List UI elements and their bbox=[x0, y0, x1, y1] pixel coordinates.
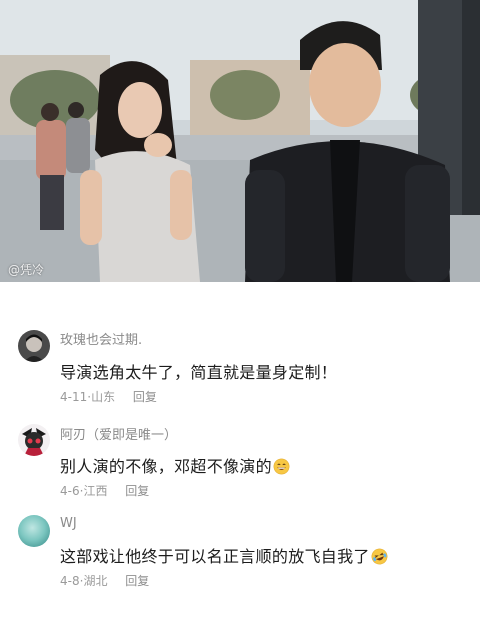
comment-text: 别人演的不像，邓超不像演的 bbox=[60, 457, 272, 476]
grinning-face-emoji bbox=[273, 458, 290, 475]
video-watermark: @凭冷 bbox=[8, 263, 45, 277]
comment-username[interactable]: 玫瑰也会过期. bbox=[60, 329, 142, 348]
comment-location: 江西 bbox=[83, 484, 108, 498]
rolling-laughing-emoji bbox=[371, 548, 388, 565]
video-frame[interactable]: @凭冷 bbox=[0, 0, 480, 282]
video-scene-image bbox=[0, 0, 480, 282]
reply-button[interactable]: 回复 bbox=[133, 390, 157, 404]
comment-username[interactable]: WJ bbox=[60, 516, 77, 531]
comment-list: 玫瑰也会过期. 导演选角太牛了，简直就是量身定制！ 4-11·山东 回复 阿刃（… bbox=[0, 282, 480, 640]
comment-text: 这部戏让他终于可以名正言顺的放飞自我了 bbox=[60, 547, 370, 566]
comment-date: 4-6 bbox=[60, 484, 80, 498]
comment-date: 4-11 bbox=[60, 390, 88, 404]
comment-text-row: 别人演的不像，邓超不像演的 bbox=[60, 453, 290, 477]
comment-text-row: 这部戏让他终于可以名正言顺的放飞自我了 bbox=[60, 543, 388, 567]
comment-meta: 4-11·山东 回复 bbox=[60, 390, 157, 404]
user-avatar[interactable] bbox=[18, 515, 50, 547]
user-avatar[interactable] bbox=[18, 424, 50, 456]
comment-text: 导演选角太牛了，简直就是量身定制！ bbox=[60, 363, 338, 382]
comment-location: 山东 bbox=[91, 390, 116, 404]
user-avatar[interactable] bbox=[18, 330, 50, 362]
comment-meta: 4-8·湖北 回复 bbox=[60, 574, 150, 588]
comment-username[interactable]: 阿刃（爱即是唯一） bbox=[60, 424, 177, 443]
comment-date: 4-8 bbox=[60, 574, 80, 588]
comment-meta: 4-6·江西 回复 bbox=[60, 484, 150, 498]
reply-button[interactable]: 回复 bbox=[125, 484, 149, 498]
reply-button[interactable]: 回复 bbox=[125, 574, 149, 588]
comment-location: 湖北 bbox=[83, 574, 108, 588]
